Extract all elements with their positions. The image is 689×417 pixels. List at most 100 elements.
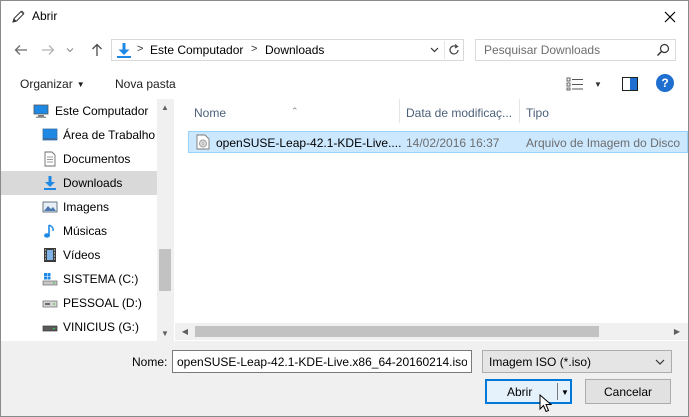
- organize-label: Organizar: [20, 77, 73, 91]
- sidebar-item-vinicius-g[interactable]: VINICIUS (G:): [1, 315, 157, 339]
- file-date: 14/02/2016 16:37: [406, 136, 500, 150]
- sidebar-item-label: Vídeos: [63, 248, 101, 262]
- file-list-horizontal-scrollbar[interactable]: ◀ ▶: [175, 323, 688, 340]
- search-placeholder: Pesquisar Downloads: [484, 43, 601, 57]
- caret-down-icon: ▼: [594, 79, 602, 89]
- change-view-button[interactable]: ▼: [566, 75, 604, 93]
- sort-ascending-icon: ⌃: [291, 106, 299, 116]
- window-title: Abrir: [32, 9, 58, 23]
- sidebar-item-este-computador[interactable]: Este Computador: [1, 99, 157, 123]
- search-input[interactable]: Pesquisar Downloads: [475, 39, 676, 61]
- pictures-icon: [42, 201, 58, 213]
- file-list: ⌃ Nome Data de modificaç... Tipo openSUS…: [175, 99, 688, 341]
- file-type-select[interactable]: Imagem ISO (*.iso): [482, 350, 672, 373]
- cancel-button-label: Cancelar: [603, 385, 653, 399]
- up-button[interactable]: [87, 40, 107, 60]
- refresh-icon: [448, 44, 459, 55]
- sidebar-item-label: PESSOAL (D:): [63, 296, 142, 310]
- column-header-label: Nome: [194, 106, 227, 120]
- iso-file-icon: [196, 134, 210, 150]
- scroll-left-icon[interactable]: ◀: [177, 323, 193, 339]
- navigation-pane: Este Computador Área de Trabalho Documen…: [1, 99, 173, 341]
- usb-drive-icon: [42, 325, 58, 332]
- sidebar-item-label: Documentos: [63, 152, 131, 166]
- sidebar-item-label: Músicas: [63, 224, 108, 238]
- pencil-icon: [12, 10, 25, 23]
- split-separator: [557, 383, 558, 400]
- close-icon: [664, 11, 676, 23]
- file-type-selected: Imagem ISO (*.iso): [489, 355, 592, 369]
- breadcrumb-separator: >: [137, 43, 144, 55]
- open-file-dialog: Abrir > Este Computador > Downloads Pesq…: [0, 0, 689, 417]
- scrollbar-thumb[interactable]: [159, 249, 171, 291]
- command-bar: Organizar ▼ Nova pasta ▼ ?: [1, 69, 688, 99]
- chevron-down-icon: [655, 359, 665, 365]
- close-button[interactable]: [653, 3, 687, 31]
- sidebar-item-sistema-c[interactable]: SISTEMA (C:): [1, 267, 157, 291]
- sidebar-item-label: Este Computador: [55, 104, 149, 118]
- drive-icon: [42, 300, 58, 308]
- forward-button[interactable]: [38, 40, 58, 60]
- dialog-footer: Nome: Imagem ISO (*.iso) Abrir ▼ Cancela…: [1, 341, 688, 416]
- scroll-up-icon[interactable]: ▲: [157, 99, 173, 115]
- address-bar[interactable]: > Este Computador > Downloads: [111, 39, 464, 61]
- documents-icon: [44, 151, 56, 167]
- sidebar-item-label: VINICIUS (G:): [63, 320, 140, 334]
- breadcrumb-downloads[interactable]: Downloads: [265, 43, 324, 57]
- chevron-down-icon: [430, 47, 438, 53]
- sidebar-item-imagens[interactable]: Imagens: [1, 195, 157, 219]
- system-drive-icon: [42, 273, 58, 286]
- sidebar-item-label: Imagens: [63, 200, 110, 214]
- open-options-button[interactable]: ▼: [559, 384, 571, 400]
- organize-button[interactable]: Organizar ▼: [20, 77, 85, 91]
- file-name-label: Nome:: [132, 355, 168, 369]
- recent-locations-button[interactable]: [63, 40, 77, 60]
- computer-icon: [33, 104, 49, 118]
- breadcrumb-separator: >: [251, 43, 258, 55]
- sidebar-item-documentos[interactable]: Documentos: [1, 147, 157, 171]
- sidebar-item-downloads[interactable]: Downloads: [1, 171, 157, 195]
- caret-down-icon: ▼: [76, 80, 85, 89]
- scroll-right-icon[interactable]: ▶: [669, 323, 685, 339]
- column-header-label: Tipo: [526, 106, 549, 120]
- breadcrumb-este-computador[interactable]: Este Computador: [150, 43, 243, 57]
- downloads-icon: [117, 43, 131, 58]
- back-button[interactable]: [11, 40, 31, 60]
- videos-icon: [44, 248, 56, 262]
- desktop-icon: [42, 128, 58, 141]
- search-icon: [656, 43, 670, 57]
- chevron-down-icon: [66, 48, 74, 53]
- sidebar-item-videos[interactable]: Vídeos: [1, 243, 157, 267]
- cancel-button[interactable]: Cancelar: [585, 379, 671, 404]
- sidebar-item-label: SISTEMA (C:): [63, 272, 139, 286]
- column-header-date[interactable]: Data de modificaç...: [400, 99, 519, 125]
- navigation-bar: > Este Computador > Downloads Pesquisar …: [1, 33, 688, 67]
- sidebar-item-pessoal-d[interactable]: PESSOAL (D:): [1, 291, 157, 315]
- column-header-type[interactable]: Tipo: [520, 99, 680, 125]
- column-header-name[interactable]: ⌃ Nome: [175, 99, 399, 125]
- table-row[interactable]: openSUSE-Leap-42.1-KDE-Live.... 14/02/20…: [188, 131, 688, 153]
- open-button[interactable]: Abrir ▼: [485, 379, 572, 404]
- pane-divider[interactable]: [173, 99, 174, 341]
- file-name-input[interactable]: [172, 350, 472, 373]
- arrow-left-icon: [14, 45, 27, 55]
- mouse-cursor-icon: [539, 394, 553, 413]
- sidebar-item-label: Downloads: [63, 176, 123, 190]
- help-button[interactable]: ?: [656, 74, 674, 92]
- column-header-label: Data de modificaç...: [406, 106, 513, 120]
- sidebar-item-musicas[interactable]: Músicas: [1, 219, 157, 243]
- arrow-right-icon: [42, 45, 55, 55]
- downloads-icon: [44, 176, 56, 190]
- sidebar-item-label: Área de Trabalho: [63, 128, 156, 142]
- scrollbar-thumb[interactable]: [195, 326, 599, 337]
- navigation-pane-scrollbar[interactable]: ▲ ▼: [157, 99, 173, 341]
- title-bar: Abrir: [1, 1, 688, 33]
- sidebar-item-area-de-trabalho[interactable]: Área de Trabalho: [1, 123, 157, 147]
- refresh-button[interactable]: [444, 41, 462, 59]
- address-history-button[interactable]: [425, 41, 443, 59]
- preview-pane-icon[interactable]: [621, 75, 639, 93]
- scroll-down-icon[interactable]: ▼: [157, 325, 173, 341]
- file-type: Arquivo de Imagem do Disco: [526, 136, 681, 150]
- new-folder-button[interactable]: Nova pasta: [115, 77, 176, 91]
- details-view-icon: [566, 77, 583, 91]
